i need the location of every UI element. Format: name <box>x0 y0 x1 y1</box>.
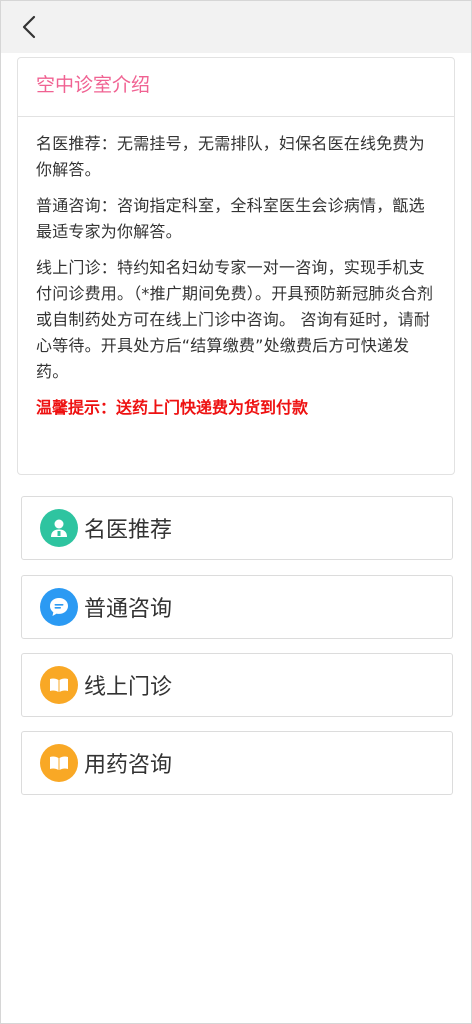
menu-label-famous-doctor: 名医推荐 <box>84 518 173 543</box>
menu-label-general-consult: 普通咨询 <box>84 597 173 622</box>
doctor-icon <box>40 509 78 547</box>
back-button[interactable] <box>11 9 47 45</box>
chat-bubble-icon <box>40 588 78 626</box>
intro-paragraph-online-clinic: 线上门诊：特约知名妇幼专家一对一咨询，实现手机支付问诊费用。（*推广期间免费）。… <box>36 258 434 381</box>
book-icon <box>40 744 78 782</box>
intro-paragraph-general-consult: 普通咨询：咨询指定科室，全科室医生会诊病情，甑选最适专家为你解答。 <box>36 196 425 241</box>
menu-item-famous-doctor[interactable]: 名医推荐 <box>21 496 453 560</box>
menu-item-medication-consult[interactable]: 用药咨询 <box>21 731 453 795</box>
intro-title: 空中诊室介绍 <box>18 58 454 117</box>
intro-card: 空中诊室介绍 名医推荐：无需挂号，无需排队，妇保名医在线免费为你解答。 普通咨询… <box>17 57 455 475</box>
app-frame: 空中诊室介绍 名医推荐：无需挂号，无需排队，妇保名医在线免费为你解答。 普通咨询… <box>0 0 472 1024</box>
warm-tip: 温馨提示：送药上门快递费为货到付款 <box>36 398 309 417</box>
intro-paragraph-famous-doctor: 名医推荐：无需挂号，无需排队，妇保名医在线免费为你解答。 <box>36 134 425 179</box>
menu-item-general-consult[interactable]: 普通咨询 <box>21 575 453 639</box>
menu-label-online-clinic: 线上门诊 <box>84 675 173 700</box>
chevron-left-icon <box>22 15 36 39</box>
menu-item-online-clinic[interactable]: 线上门诊 <box>21 653 453 717</box>
book-icon <box>40 666 78 704</box>
intro-body: 名医推荐：无需挂号，无需排队，妇保名医在线免费为你解答。 普通咨询：咨询指定科室… <box>18 117 454 421</box>
top-nav-bar <box>1 1 471 53</box>
menu-label-medication-consult: 用药咨询 <box>84 753 173 778</box>
